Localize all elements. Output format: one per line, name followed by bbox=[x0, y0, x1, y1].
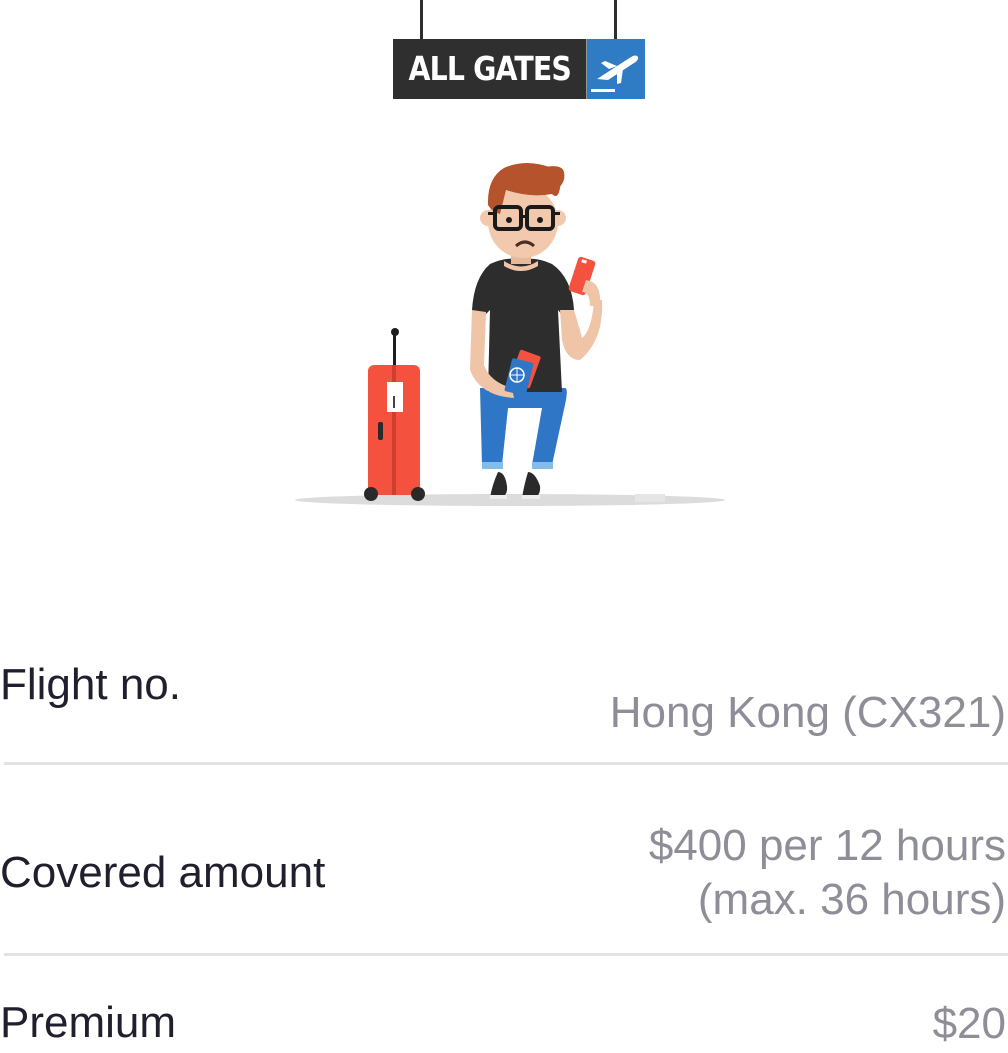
suitcase-icon bbox=[364, 328, 425, 501]
covered-amount-row: Covered amount $400 per 12 hours (max. 3… bbox=[0, 766, 1008, 956]
covered-amount-value-line1: $400 per 12 hours bbox=[648, 821, 1006, 870]
all-gates-sign: ALL GATES bbox=[393, 39, 645, 99]
covered-amount-value-line2: (max. 36 hours) bbox=[697, 875, 1006, 924]
premium-value: $20 bbox=[932, 999, 1006, 1048]
hero-illustration: ALL GATES bbox=[0, 0, 1008, 560]
flight-value: Hong Kong (CX321) bbox=[609, 688, 1006, 737]
covered-amount-label: Covered amount bbox=[0, 848, 326, 897]
premium-row: Premium $20 bbox=[0, 960, 1008, 1053]
sign-wire-right bbox=[614, 0, 617, 40]
sign-wire-left bbox=[420, 0, 423, 40]
premium-label: Premium bbox=[0, 998, 177, 1047]
divider-1 bbox=[4, 762, 1008, 765]
airplane-icon bbox=[587, 39, 645, 99]
traveler-illustration bbox=[295, 163, 725, 506]
divider-2 bbox=[4, 953, 1008, 956]
flight-row: Flight no. Hong Kong (CX321) bbox=[0, 650, 1008, 764]
all-gates-text: ALL GATES bbox=[393, 39, 587, 99]
flight-label: Flight no. bbox=[0, 660, 181, 709]
